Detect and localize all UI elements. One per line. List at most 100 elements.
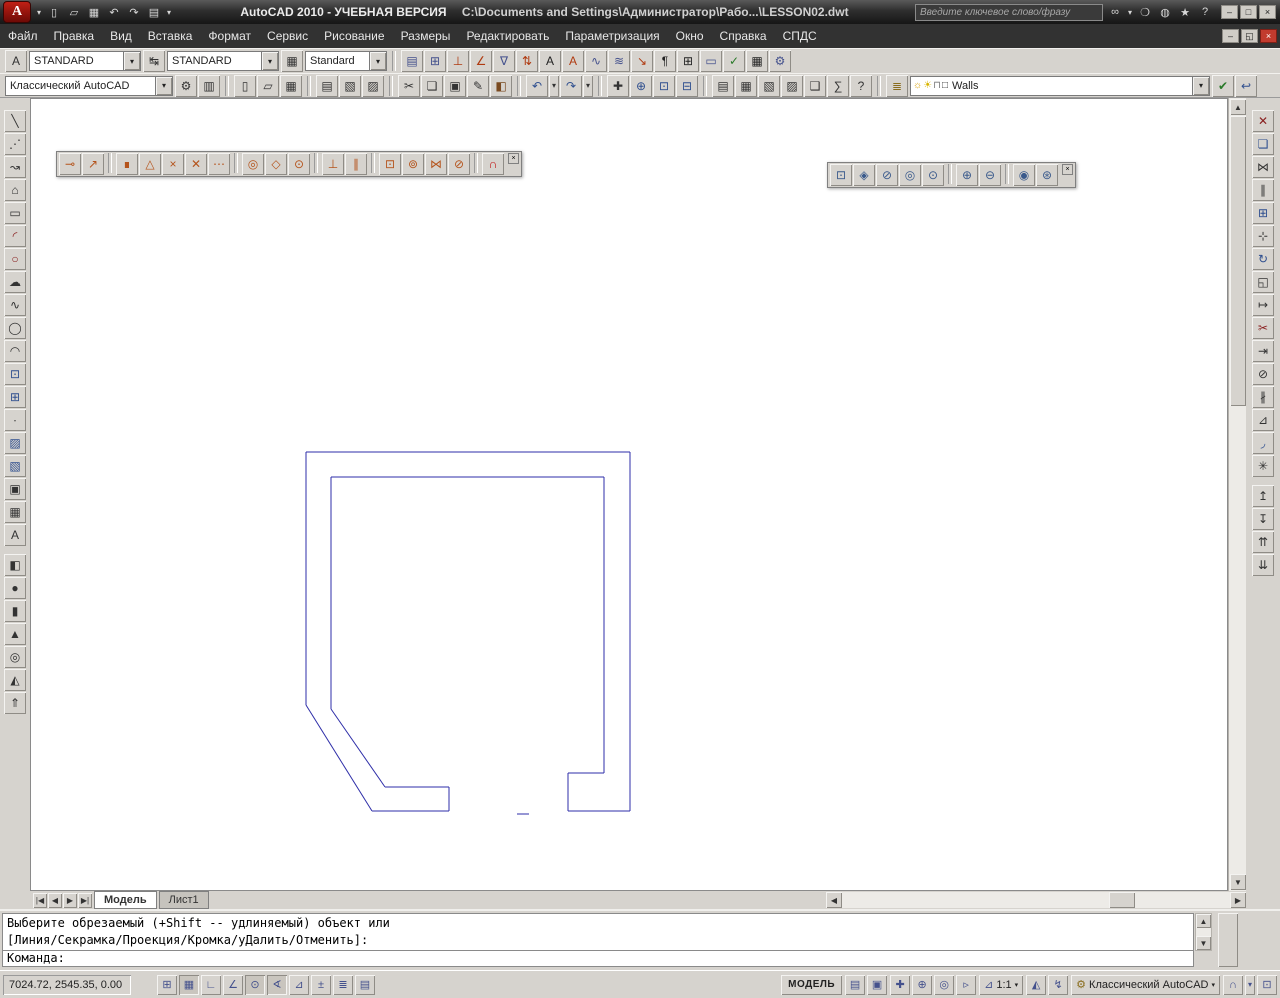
steering-wheel-button[interactable]: ◎ (934, 974, 955, 995)
mtext-button[interactable]: A (4, 524, 26, 546)
sphere-button[interactable]: ● (4, 577, 26, 599)
snap-endpoint-button[interactable]: ∎ (116, 153, 138, 175)
mirror-button[interactable]: ⋈ (1252, 156, 1274, 178)
maximize-button[interactable]: □ (1240, 5, 1257, 19)
annotation-visibility-button[interactable]: ◭ (1026, 974, 1047, 995)
send-below-button[interactable]: ⇊ (1252, 554, 1274, 576)
menu-insert[interactable]: Вставка (140, 24, 201, 48)
array-button[interactable]: ⊞ (1252, 202, 1274, 224)
show-motion-button[interactable]: ▹ (956, 974, 977, 995)
prev-tab-button[interactable]: ◀ (48, 892, 62, 908)
vertical-scrollbar-thumb[interactable] (1230, 116, 1246, 406)
snap-extension-button[interactable]: ⋯ (208, 153, 230, 175)
minimize-button[interactable]: – (1221, 5, 1238, 19)
spds-leader-note-button[interactable]: ↘ (631, 50, 653, 72)
zoom-toolbar[interactable]: ⊡ ◈ ⊘ ◎ ⊙ ⊕ ⊖ ◉ ⊛ × (827, 162, 1076, 188)
spds-wavy-line-button[interactable]: ∿ (585, 50, 607, 72)
move-button[interactable]: ⊹ (1252, 225, 1274, 247)
publish-button[interactable]: ▨ (362, 74, 384, 97)
osnap-toggle[interactable]: ⊙ (245, 974, 265, 995)
pan-status-button[interactable]: ✚ (890, 974, 911, 995)
grid-toggle[interactable]: ▦ (179, 974, 199, 995)
scroll-down-icon[interactable]: ▼ (1230, 874, 1246, 890)
text-style-caret[interactable]: ▾ (123, 52, 140, 70)
polyline-button[interactable]: ↝ (4, 156, 26, 178)
redo-caret[interactable]: ▾ (583, 74, 593, 97)
bring-above-button[interactable]: ⇈ (1252, 531, 1274, 553)
arc-button[interactable]: ◜ (4, 225, 26, 247)
erase-button[interactable]: ✕ (1252, 110, 1274, 132)
properties-button[interactable]: ▤ (712, 74, 734, 97)
tab-layout1[interactable]: Лист1 (158, 891, 209, 909)
command-input-line[interactable]: Команда: (2, 950, 1194, 967)
region-button[interactable]: ▣ (4, 478, 26, 500)
snap-intersection-button[interactable]: × (162, 153, 184, 175)
menu-tools[interactable]: Сервис (259, 24, 316, 48)
snap-insertion-button[interactable]: ⊡ (379, 153, 401, 175)
layer-previous-button[interactable]: ↩ (1235, 74, 1257, 97)
zoom-extents-button[interactable]: ⊛ (1036, 164, 1058, 186)
zoom-realtime-button[interactable]: ⊕ (630, 74, 652, 97)
ducs-toggle[interactable]: ⊿ (289, 974, 309, 995)
spds-format-button[interactable]: ▤ (401, 50, 423, 72)
revcloud-button[interactable]: ☁ (4, 271, 26, 293)
trim-button[interactable]: ✂ (1252, 317, 1274, 339)
object-snap-toolbar[interactable]: ⊸ ↗ ∎ △ × ✕ ⋯ ◎ ◇ ⊙ ⊥ ∥ ⊡ ⊚ ⋈ ⊘ ∩ × (56, 151, 522, 177)
layer-control-caret[interactable]: ▾ (1192, 76, 1209, 95)
quick-view-drawings-button[interactable]: ▣ (867, 974, 888, 995)
clean-screen-button[interactable]: ⊡ (1257, 974, 1277, 995)
cylinder-button[interactable]: ▮ (4, 600, 26, 622)
command-history[interactable]: Выберите обрезаемый (+Shift -- удлиняемы… (2, 913, 1194, 951)
pyramid-button[interactable]: ◭ (4, 669, 26, 691)
rotate-button[interactable]: ↻ (1252, 248, 1274, 270)
vertical-scrollbar[interactable]: ▲ ▼ (1228, 98, 1246, 891)
spds-text-button[interactable]: A (539, 50, 561, 72)
workspace-caret[interactable]: ▾ (155, 76, 172, 95)
undo-button[interactable]: ↶ (526, 74, 548, 97)
zoom-scale-button[interactable]: ⊘ (876, 164, 898, 186)
menu-window[interactable]: Окно (668, 24, 712, 48)
last-tab-button[interactable]: ▶| (78, 892, 92, 908)
model-paper-toggle[interactable]: МОДЕЛЬ (781, 974, 843, 995)
workspace-save-button[interactable]: ▥ (198, 74, 220, 97)
spds-axis-button[interactable]: ⊥ (447, 50, 469, 72)
spline-button[interactable]: ∿ (4, 294, 26, 316)
cone-button[interactable]: ▲ (4, 623, 26, 645)
bring-to-front-button[interactable]: ↥ (1252, 485, 1274, 507)
tool-palettes-button[interactable]: ▧ (758, 74, 780, 97)
menu-draw[interactable]: Рисование (316, 24, 392, 48)
doc-restore-button[interactable]: ◱ (1241, 29, 1258, 43)
toolbar-lock-button[interactable]: ∩ (1223, 974, 1243, 995)
gradient-button[interactable]: ▧ (4, 455, 26, 477)
polygon-button[interactable]: ⌂ (4, 179, 26, 201)
zoom-previous-button[interactable]: ⊟ (676, 74, 698, 97)
offset-button[interactable]: ∥ (1252, 179, 1274, 201)
spds-break-line-button[interactable]: ≋ (608, 50, 630, 72)
zoom-toolbar-close-icon[interactable]: × (1062, 164, 1073, 175)
dim-style-combo[interactable]: STANDARD ▾ (167, 51, 279, 71)
polar-toggle[interactable]: ∠ (223, 974, 243, 995)
layer-properties-button[interactable]: ≣ (886, 74, 908, 97)
communication-center-button[interactable]: ◍ (1155, 2, 1175, 22)
close-button[interactable]: × (1259, 5, 1276, 19)
annotation-scale-button[interactable]: ⊿ 1:1 ▾ (979, 974, 1024, 995)
rectangle-button[interactable]: ▭ (4, 202, 26, 224)
sheet-set-manager-button[interactable]: ▨ (781, 74, 803, 97)
break-at-point-button[interactable]: ⊘ (1252, 363, 1274, 385)
open-file-button[interactable]: ▱ (257, 74, 279, 97)
point-button[interactable]: ∙ (4, 409, 26, 431)
plot-preview-button[interactable]: ▧ (339, 74, 361, 97)
search-button[interactable]: ∞ (1105, 2, 1125, 22)
dyn-toggle[interactable]: ± (311, 974, 331, 995)
command-scroll-up-icon[interactable]: ▲ (1196, 914, 1211, 928)
command-scrollbar[interactable]: ▲ ▼ (1195, 913, 1212, 951)
zoom-center-button[interactable]: ◎ (899, 164, 921, 186)
layer-on-icon[interactable]: ☼ (913, 80, 922, 91)
qat-plot-button[interactable]: ▤ (144, 2, 164, 22)
make-block-button[interactable]: ⊞ (4, 386, 26, 408)
app-logo-icon[interactable]: A (3, 1, 31, 23)
paste-button[interactable]: ▣ (444, 74, 466, 97)
explode-button[interactable]: ✳ (1252, 455, 1274, 477)
text-style-button[interactable]: A (5, 50, 27, 72)
status-menu-caret[interactable]: ▾ (1245, 974, 1255, 995)
